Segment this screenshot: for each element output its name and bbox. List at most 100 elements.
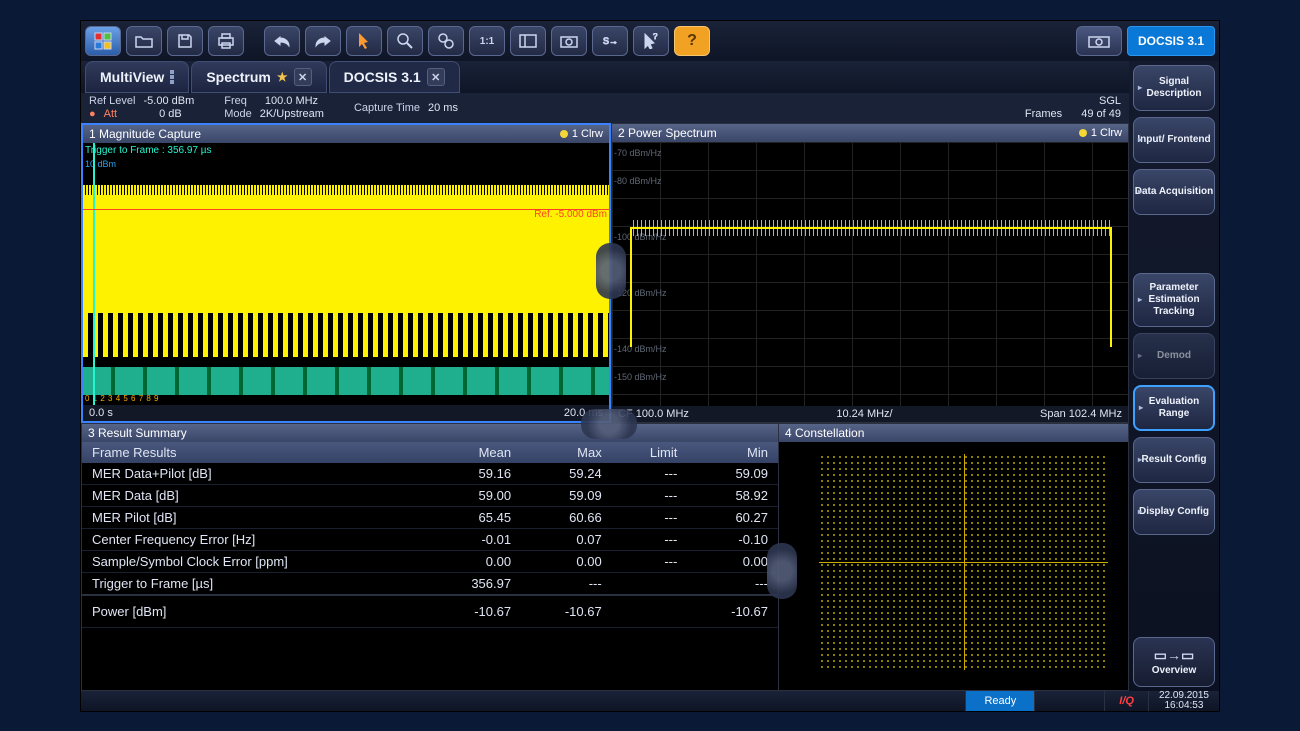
softkey-parameter-estimation[interactable]: Parameter Estimation Tracking [1133,273,1215,327]
softkey-input-frontend[interactable]: Input/ Frontend [1133,117,1215,163]
pane-magnitude-capture[interactable]: 1 Magnitude Capture 1 Clrw Trigger to Fr… [81,123,611,423]
redo-icon[interactable] [305,26,341,56]
undo-icon[interactable] [264,26,300,56]
pane-result-summary[interactable]: 3 Result Summary Frame Results Mean Max … [81,423,1129,691]
tab-spectrum[interactable]: Spectrum ★ ✕ [191,61,326,93]
table-cell [612,595,688,628]
table-cell: 0.00 [426,551,521,573]
signal-noise [83,313,609,357]
table-row: Sample/Symbol Clock Error [ppm]0.000.00-… [82,551,778,573]
mode-button[interactable]: DOCSIS 3.1 [1127,26,1215,56]
x-axis: CF 100.0 MHz 10.24 MHz/ Span 102.4 MHz [612,406,1128,422]
table-cell: --- [612,529,688,551]
table-cell: --- [521,573,612,596]
table-row: Trigger to Frame [µs]356.97------ [82,573,778,596]
table-cell: -10.67 [521,595,612,628]
table-cell: 0.00 [687,551,778,573]
table-cell: MER Data+Pilot [dB] [82,463,426,485]
table-cell: 60.27 [687,507,778,529]
table-cell: --- [612,485,688,507]
y-label: -70 dBm/Hz [614,148,662,158]
close-icon[interactable]: ✕ [427,68,445,86]
pane-title: 1 Magnitude Capture 1 Clrw [83,125,609,143]
spectrum-edge [630,227,632,347]
softkey-overview[interactable]: ▭→▭Overview [1133,637,1215,687]
view-tabs: MultiView Spectrum ★ ✕ DOCSIS 3.1 ✕ [81,61,1219,93]
table-cell: Center Frequency Error [Hz] [82,529,426,551]
constellation-plot[interactable] [819,454,1108,670]
table-row: MER Data [dB]59.0059.09---58.92 [82,485,778,507]
table-cell: 58.92 [687,485,778,507]
freq-label: Freq [224,95,247,108]
signal-envelope [83,195,609,317]
spectrum-plot[interactable]: -70 dBm/Hz -80 dBm/Hz -100 dBm/Hz -120 d… [612,142,1128,406]
mode-value: 2K/Upstream [260,108,324,121]
y-label: -80 dBm/Hz [614,176,662,186]
mode-label: Mode [224,108,252,121]
trace-dot-icon [560,130,568,138]
result-table-wrap[interactable]: Frame Results Mean Max Limit Min MER Dat… [82,442,778,690]
softkey-evaluation-range[interactable]: Evaluation Range [1133,385,1215,431]
softkey-data-acquisition[interactable]: Data Acquisition [1133,169,1215,215]
tab-multiview[interactable]: MultiView [85,61,189,93]
table-cell: Power [dBm] [82,595,426,628]
star-icon: ★ [277,70,288,84]
capture-time-value: 20 ms [428,102,458,115]
status-bar: Ready I/Q 22.09.2015 16:04:53 [81,691,1219,711]
open-file-icon[interactable] [126,26,162,56]
tab-label: Spectrum [206,69,271,85]
frame-bar [83,367,609,395]
print-icon[interactable] [208,26,244,56]
table-cell: 60.66 [521,507,612,529]
trigger-readout: Trigger to Frame : 356.97 µs [85,145,212,156]
softkey-display-config[interactable]: Display Config [1133,489,1215,535]
app-frame: 1:1 S→ ? ? DOCSIS 3.1 MultiView Spectrum… [80,20,1220,712]
help-icon[interactable]: ? [674,26,710,56]
pane-title-text: 4 Constellation [785,426,864,440]
capture-time-label: Capture Time [354,102,420,115]
table-cell: 59.09 [687,463,778,485]
pane-title: 4 Constellation [779,424,1128,442]
y-label: -140 dBm/Hz [614,344,667,354]
display-area: 1 Magnitude Capture 1 Clrw Trigger to Fr… [81,123,1129,691]
camera-icon[interactable] [1076,26,1122,56]
layout-icon[interactable] [510,26,546,56]
table-cell: 59.00 [426,485,521,507]
x-axis: 0.0 s20.0 ms [83,405,609,421]
spectrum-trace [630,227,1112,229]
table-cell: 356.97 [426,573,521,596]
marker-settings-icon[interactable]: S→ [592,26,628,56]
table-row: Power [dBm]-10.67-10.67-10.67 [82,595,778,628]
pane-splitter-horizontal[interactable] [596,243,626,299]
zoom-icon[interactable] [387,26,423,56]
pane-splitter-vertical[interactable] [581,409,637,439]
pointer-help-icon[interactable]: ? [633,26,669,56]
pane-splitter-horizontal[interactable] [767,543,797,599]
pane-constellation[interactable]: 4 Constellation [778,424,1128,690]
svg-text:?: ? [653,33,658,41]
sgl-indicator: SGL [1025,95,1121,108]
save-icon[interactable] [167,26,203,56]
trace-dot-icon [1079,129,1087,137]
softkey-result-config[interactable]: Result Config [1133,437,1215,483]
table-row: Center Frequency Error [Hz]-0.010.07----… [82,529,778,551]
softkey-demod[interactable]: Demod [1133,333,1215,379]
table-cell: MER Pilot [dB] [82,507,426,529]
freq-step: 10.24 MHz/ [836,408,892,420]
pane-power-spectrum[interactable]: 2 Power Spectrum 1 Clrw -70 dBm/Hz -80 d… [611,123,1129,423]
tab-docsis[interactable]: DOCSIS 3.1 ✕ [329,61,460,93]
table-cell: -10.67 [687,595,778,628]
pointer-icon[interactable] [346,26,382,56]
magnitude-plot[interactable]: Trigger to Frame : 356.97 µs 10 dBm -10 … [83,143,609,405]
screenshot-icon[interactable] [551,26,587,56]
zoom-multi-icon[interactable] [428,26,464,56]
close-icon[interactable]: ✕ [294,68,312,86]
frame-numbers: 0 1 2 3 4 5 6 7 8 9 [85,394,159,403]
att-label: Att [104,108,117,121]
softkey-signal-description[interactable]: Signal Description [1133,65,1215,111]
windows-start-icon[interactable] [85,26,121,56]
flow-icon: ▭→▭ [1154,647,1194,664]
frames-value: 49 of 49 [1081,108,1121,121]
zoom-reset-icon[interactable]: 1:1 [469,26,505,56]
table-cell: 65.45 [426,507,521,529]
